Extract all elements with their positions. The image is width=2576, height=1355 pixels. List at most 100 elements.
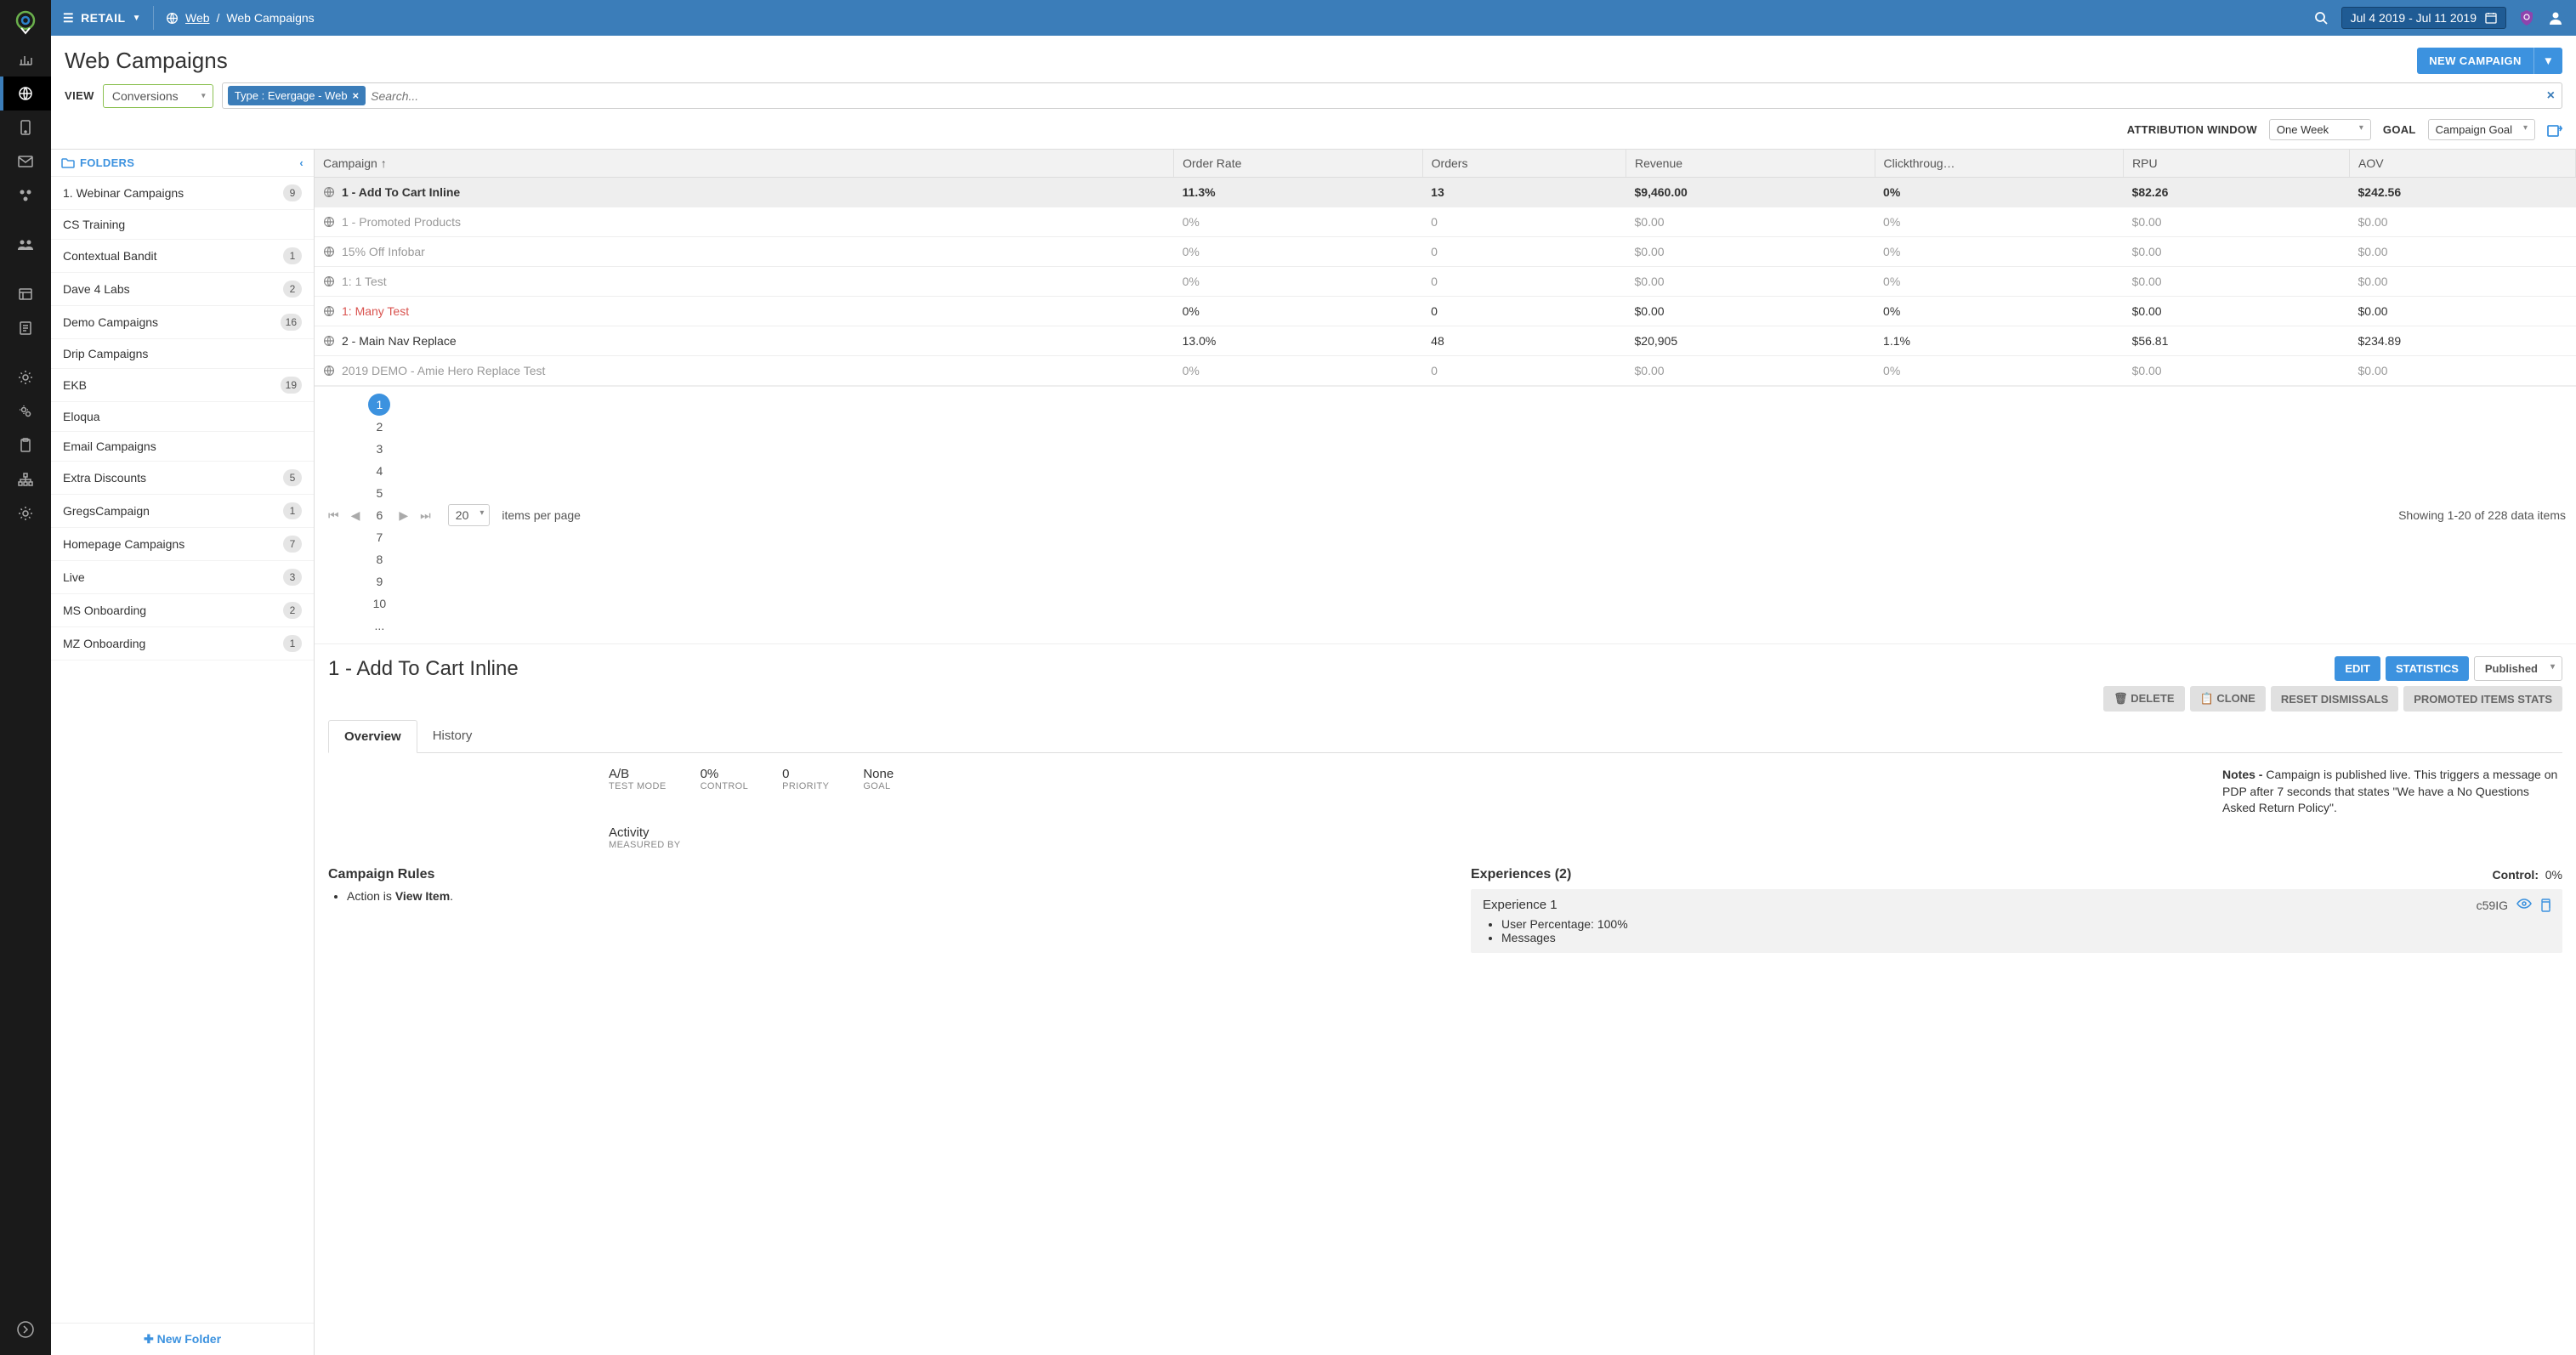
nav-sitemap-icon[interactable]	[0, 462, 51, 496]
user-icon[interactable]	[2547, 9, 2564, 26]
statistics-button[interactable]: STATISTICS	[2386, 656, 2469, 681]
folder-item[interactable]: Contextual Bandit1	[51, 240, 314, 273]
nav-catalog-icon[interactable]	[0, 277, 51, 311]
folder-item[interactable]: Eloqua	[51, 402, 314, 432]
folder-item[interactable]: Extra Discounts5	[51, 462, 314, 495]
folder-item[interactable]: Demo Campaigns16	[51, 306, 314, 339]
folder-item[interactable]: CS Training	[51, 210, 314, 240]
table-header[interactable]: RPU	[2124, 150, 2350, 178]
shield-icon[interactable]	[2518, 9, 2535, 26]
pager-page[interactable]: 10	[368, 592, 390, 615]
pager-page[interactable]: 3	[368, 438, 390, 460]
table-row[interactable]: 1: 1 Test0%0$0.000%$0.00$0.00	[315, 267, 2576, 297]
table-header[interactable]: Campaign ↑	[315, 150, 1174, 178]
tab-history[interactable]: History	[417, 720, 488, 752]
table-cell: 0%	[1174, 356, 1423, 386]
promoted-items-stats-button[interactable]: PROMOTED ITEMS STATS	[2403, 686, 2562, 712]
search-icon[interactable]	[2312, 9, 2329, 26]
stat-testmode: A/BTEST MODE	[609, 767, 667, 791]
filter-pill-remove[interactable]: ×	[353, 89, 360, 102]
new-campaign-dropdown[interactable]: ▼	[2533, 48, 2562, 74]
folder-item[interactable]: MS Onboarding2	[51, 594, 314, 627]
experiences-control: Control: 0%	[2493, 868, 2562, 882]
nav-gear2-icon[interactable]	[0, 394, 51, 428]
folder-item[interactable]: EKB19	[51, 369, 314, 402]
stat-priority: 0PRIORITY	[782, 767, 829, 791]
folder-item[interactable]: Live3	[51, 561, 314, 594]
table-row[interactable]: 2 - Main Nav Replace13.0%48$20,9051.1%$5…	[315, 326, 2576, 356]
folder-item[interactable]: GregsCampaign1	[51, 495, 314, 528]
eye-icon[interactable]	[2516, 899, 2532, 912]
folder-item[interactable]: 1. Webinar Campaigns9	[51, 177, 314, 210]
table-header[interactable]: Revenue	[1626, 150, 1875, 178]
date-range-picker[interactable]: Jul 4 2019 - Jul 11 2019	[2341, 7, 2506, 29]
new-campaign-button[interactable]: NEW CAMPAIGN	[2417, 48, 2533, 74]
clone-button[interactable]: 📋 CLONE	[2190, 686, 2266, 712]
pager-page[interactable]: 5	[368, 482, 390, 504]
date-range-value: Jul 4 2019 - Jul 11 2019	[2351, 11, 2477, 25]
table-row[interactable]: 1: Many Test0%0$0.000%$0.00$0.00	[315, 297, 2576, 326]
table-header[interactable]: Orders	[1422, 150, 1626, 178]
table-row[interactable]: 1 - Add To Cart Inline11.3%13$9,460.000%…	[315, 178, 2576, 207]
folder-item[interactable]: Email Campaigns	[51, 432, 314, 462]
table-header[interactable]: Clickthroug…	[1875, 150, 2124, 178]
pager-page[interactable]: 7	[368, 526, 390, 548]
pager-page[interactable]: ...	[368, 615, 390, 637]
table-cell: 0	[1422, 237, 1626, 267]
pager-first[interactable]: ⏮	[325, 508, 343, 523]
pager-page[interactable]: 2	[368, 416, 390, 438]
folder-item[interactable]: Homepage Campaigns7	[51, 528, 314, 561]
folders-collapse-icon[interactable]: ‹	[299, 156, 304, 169]
nav-gear1-icon[interactable]	[0, 360, 51, 394]
nav-analytics-icon[interactable]	[0, 43, 51, 77]
copy-icon[interactable]	[2539, 899, 2550, 912]
nav-collapse-icon[interactable]	[0, 1312, 51, 1346]
nav-gear3-icon[interactable]	[0, 496, 51, 530]
pager-page[interactable]: 1	[368, 394, 390, 416]
export-icon[interactable]	[2547, 123, 2562, 137]
pager-next[interactable]: ▶	[395, 508, 411, 523]
table-cell: 0%	[1875, 297, 2124, 326]
table-row[interactable]: 1 - Promoted Products0%0$0.000%$0.00$0.0…	[315, 207, 2576, 237]
new-folder-button[interactable]: ✚ New Folder	[51, 1323, 314, 1355]
pager-last[interactable]: ⏭	[417, 508, 434, 523]
nav-clipboard-icon[interactable]	[0, 428, 51, 462]
divider	[153, 6, 154, 30]
folder-item[interactable]: Drip Campaigns	[51, 339, 314, 369]
clear-search-icon[interactable]: ×	[2547, 88, 2555, 104]
folder-item[interactable]: Dave 4 Labs2	[51, 273, 314, 306]
table-row[interactable]: 2019 DEMO - Amie Hero Replace Test0%0$0.…	[315, 356, 2576, 386]
nav-integrations-icon[interactable]	[0, 179, 51, 213]
goal-select[interactable]: Campaign Goal	[2428, 119, 2535, 140]
view-select[interactable]: Conversions	[103, 84, 213, 108]
pager-page[interactable]: 8	[368, 548, 390, 570]
pager-page[interactable]: 6	[368, 504, 390, 526]
attribution-select[interactable]: One Week	[2269, 119, 2371, 140]
state-select[interactable]: Published	[2474, 656, 2562, 681]
folder-name: Email Campaigns	[63, 439, 156, 453]
nav-reports-icon[interactable]	[0, 311, 51, 345]
dataset-selector[interactable]: ☰ RETAIL ▼	[63, 11, 141, 26]
pager-page[interactable]: 4	[368, 460, 390, 482]
pager-prev[interactable]: ◀	[348, 508, 364, 523]
search-input[interactable]	[371, 89, 2542, 103]
edit-button[interactable]: EDIT	[2335, 656, 2380, 681]
per-page-select[interactable]: 20	[448, 504, 491, 526]
nav-web-icon[interactable]	[0, 77, 51, 111]
table-header[interactable]: AOV	[2350, 150, 2576, 178]
folder-count: 3	[283, 569, 302, 586]
nav-audiences-icon[interactable]	[0, 228, 51, 262]
delete-button[interactable]: 🗑 DELETE	[2103, 686, 2184, 712]
folder-count: 2	[283, 602, 302, 619]
folder-item[interactable]: MZ Onboarding1	[51, 627, 314, 660]
breadcrumb-root[interactable]: Web	[185, 11, 210, 25]
pager-page[interactable]: 9	[368, 570, 390, 592]
campaign-rules-list: Action is View Item.	[328, 889, 1420, 903]
reset-dismissals-button[interactable]: RESET DISMISSALS	[2271, 686, 2398, 712]
table-cell: 0	[1422, 297, 1626, 326]
nav-mobile-icon[interactable]	[0, 111, 51, 145]
table-header[interactable]: Order Rate	[1174, 150, 1423, 178]
table-row[interactable]: 15% Off Infobar0%0$0.000%$0.00$0.00	[315, 237, 2576, 267]
tab-overview[interactable]: Overview	[328, 720, 417, 753]
nav-email-icon[interactable]	[0, 145, 51, 179]
